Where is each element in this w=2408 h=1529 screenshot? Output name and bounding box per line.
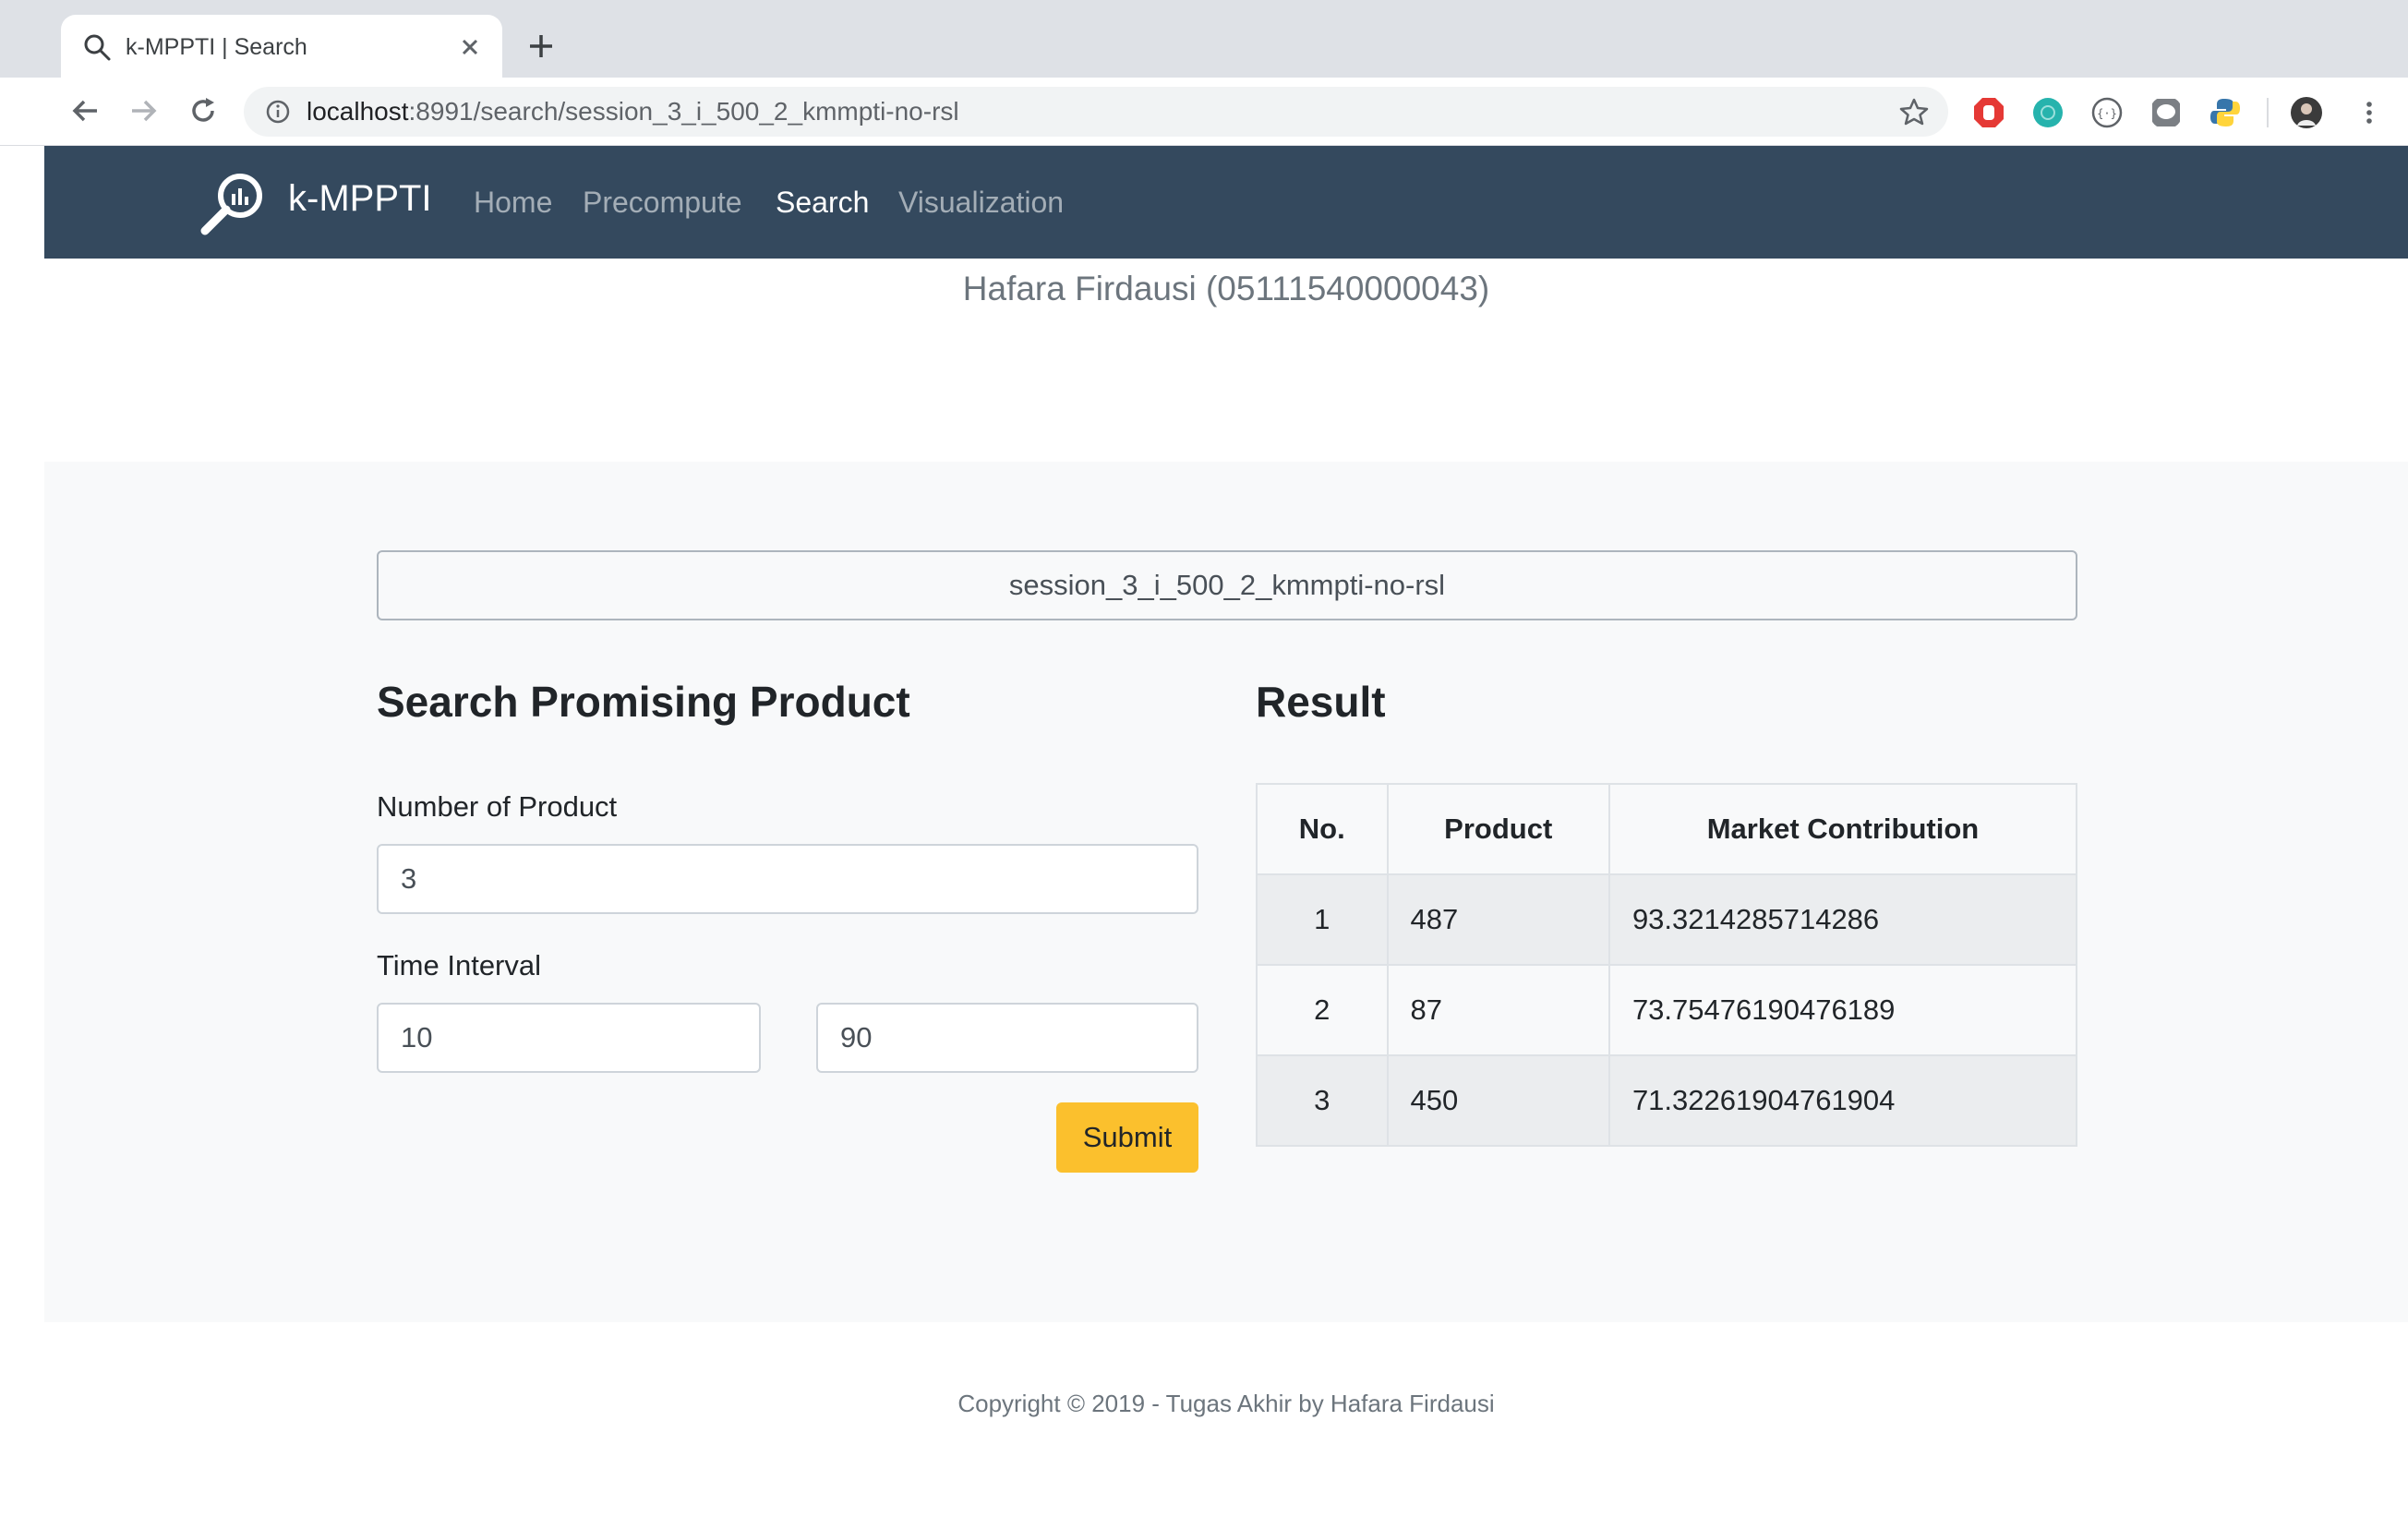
- back-arrow-icon: [72, 100, 97, 122]
- number-of-product-label: Number of Product: [377, 790, 618, 823]
- reload-button[interactable]: [183, 90, 223, 131]
- column-header-product: Product: [1386, 783, 1610, 875]
- cell-no: 2: [1256, 964, 1389, 1056]
- bookmark-star-icon[interactable]: [1898, 96, 1930, 127]
- web-page: k-MPPTI Home Precompute Search Visualiza…: [44, 146, 2408, 1529]
- address-bar[interactable]: localhost:8991/search/session_3_i_500_2_…: [244, 87, 1948, 137]
- table-header-row: No. Product Market Contribution: [1256, 783, 2078, 875]
- menu-kebab-icon[interactable]: [2353, 96, 2386, 129]
- search-icon: [84, 34, 111, 61]
- forward-button[interactable]: [124, 90, 164, 131]
- column-header-market-contribution: Market Contribution: [1607, 783, 2078, 875]
- url-path: :8991/search/session_3_i_500_2_kmmpti-no…: [408, 97, 959, 126]
- nav-link-search[interactable]: Search: [776, 183, 869, 222]
- back-button[interactable]: [65, 90, 105, 131]
- cell-market-contribution: 71.32261904761904: [1607, 1054, 2078, 1147]
- number-of-product-input[interactable]: [377, 844, 1198, 914]
- cell-product: 87: [1386, 964, 1610, 1056]
- cell-no: 3: [1256, 1054, 1389, 1147]
- magnifier-chart-logo-icon[interactable]: [198, 166, 270, 238]
- submit-button[interactable]: Submit: [1056, 1102, 1198, 1173]
- cell-product: 487: [1386, 873, 1610, 966]
- browser-tab[interactable]: k-MPPTI | Search: [61, 15, 502, 78]
- result-table: No. Product Market Contribution 1 487 93…: [1256, 783, 2078, 1147]
- brand-name[interactable]: k-MPPTI: [288, 175, 432, 222]
- table-row: 2 87 73.75476190476189: [1256, 964, 2078, 1056]
- result-title: Result: [1256, 678, 1386, 726]
- author-subtitle: Hafara Firdausi (05111540000043): [962, 270, 1490, 307]
- nav-link-visualization[interactable]: Visualization: [898, 183, 1064, 222]
- session-field[interactable]: [377, 550, 2077, 620]
- adblock-icon[interactable]: [1972, 96, 2005, 129]
- url-host: localhost: [307, 97, 409, 126]
- line-icon[interactable]: [2149, 96, 2183, 129]
- table-row: 1 487 93.3214285714286: [1256, 873, 2078, 966]
- search-form-title: Search Promising Product: [377, 678, 910, 726]
- interval-start-input[interactable]: [377, 1003, 761, 1073]
- cell-market-contribution: 93.3214285714286: [1607, 873, 2078, 966]
- reload-icon: [192, 98, 214, 122]
- info-icon[interactable]: [264, 98, 292, 126]
- profile-avatar[interactable]: [2290, 96, 2323, 129]
- browser-toolbar: localhost:8991/search/session_3_i_500_2_…: [0, 78, 2408, 146]
- close-icon[interactable]: [454, 31, 486, 63]
- column-header-no: No.: [1256, 783, 1389, 875]
- cell-product: 450: [1386, 1054, 1610, 1147]
- mendeley-icon[interactable]: [2031, 96, 2065, 129]
- table-row: 3 450 71.32261904761904: [1256, 1054, 2078, 1147]
- navbar: k-MPPTI Home Precompute Search Visualiza…: [44, 146, 2408, 259]
- cell-no: 1: [1256, 873, 1389, 966]
- time-interval-label: Time Interval: [377, 949, 542, 981]
- svg-text:{·}: {·}: [2097, 107, 2117, 120]
- footer-copyright: Copyright © 2019 - Tugas Akhir by Hafara…: [957, 1390, 1495, 1417]
- python-icon[interactable]: [2209, 96, 2242, 129]
- interval-end-input[interactable]: [816, 1003, 1198, 1073]
- cell-market-contribution: 73.75476190476189: [1607, 964, 2078, 1056]
- tab-title: k-MPPTI | Search: [126, 34, 307, 60]
- new-tab-icon[interactable]: [523, 28, 560, 65]
- url-text[interactable]: localhost:8991/search/session_3_i_500_2_…: [307, 95, 959, 128]
- search-section: Search Promising Product Number of Produ…: [44, 462, 2408, 1322]
- nav-link-home[interactable]: Home: [474, 183, 552, 222]
- toolbar-separator: [2267, 98, 2269, 127]
- nav-link-precompute[interactable]: Precompute: [583, 183, 742, 222]
- browser-tabstrip: k-MPPTI | Search: [0, 0, 2408, 78]
- json-viewer-icon[interactable]: {·}: [2090, 96, 2124, 129]
- forward-arrow-icon: [132, 100, 157, 122]
